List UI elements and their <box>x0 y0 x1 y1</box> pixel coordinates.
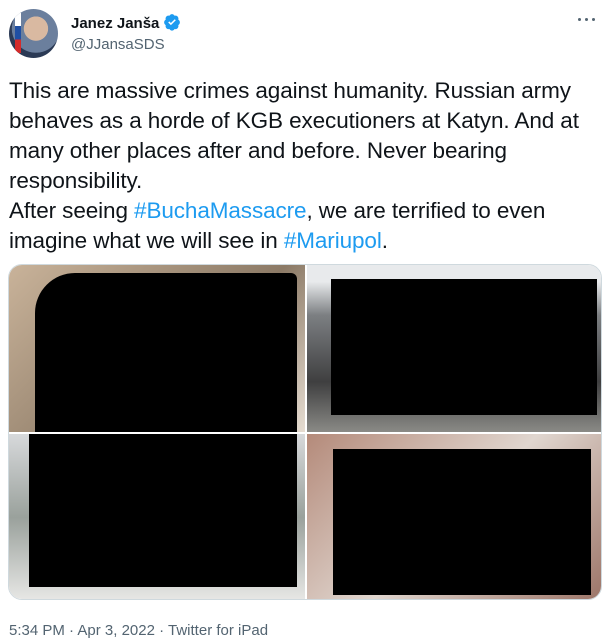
hashtag-bucha-link[interactable]: #BuchaMassacre <box>134 198 307 223</box>
media-image-4[interactable] <box>307 434 601 599</box>
tweet-text-part: . <box>381 228 388 253</box>
hashtag-mariupol-link[interactable]: #Mariupol <box>284 228 382 253</box>
media-image-2[interactable] <box>307 265 601 432</box>
avatar[interactable] <box>9 9 58 58</box>
verified-badge-icon <box>164 14 181 31</box>
separator: · <box>154 622 169 639</box>
tweet-metadata: 5:34 PM · Apr 3, 2022 · Twitter for iPad <box>9 622 268 639</box>
author-name-text: Janez Janša <box>71 15 160 32</box>
redacted-block <box>29 434 297 587</box>
dot <box>592 18 595 21</box>
tweet-time[interactable]: 5:34 PM <box>9 622 65 639</box>
author-handle[interactable]: @JJansaSDS <box>71 36 165 53</box>
flag-graphic <box>15 13 21 53</box>
tweet-date[interactable]: Apr 3, 2022 <box>77 622 155 639</box>
dot <box>578 18 581 21</box>
tweet-source[interactable]: Twitter for iPad <box>168 622 268 639</box>
author-name[interactable]: Janez Janša <box>71 13 181 32</box>
redacted-block <box>333 449 591 595</box>
redacted-block <box>331 279 597 415</box>
dot <box>585 18 588 21</box>
media-grid <box>8 264 602 600</box>
tweet-text: This are massive crimes against humanity… <box>9 76 604 256</box>
media-image-1[interactable] <box>9 265 305 432</box>
redacted-block <box>35 273 297 432</box>
separator: · <box>64 622 78 639</box>
more-options-icon[interactable] <box>576 10 598 28</box>
media-image-3[interactable] <box>9 434 305 599</box>
